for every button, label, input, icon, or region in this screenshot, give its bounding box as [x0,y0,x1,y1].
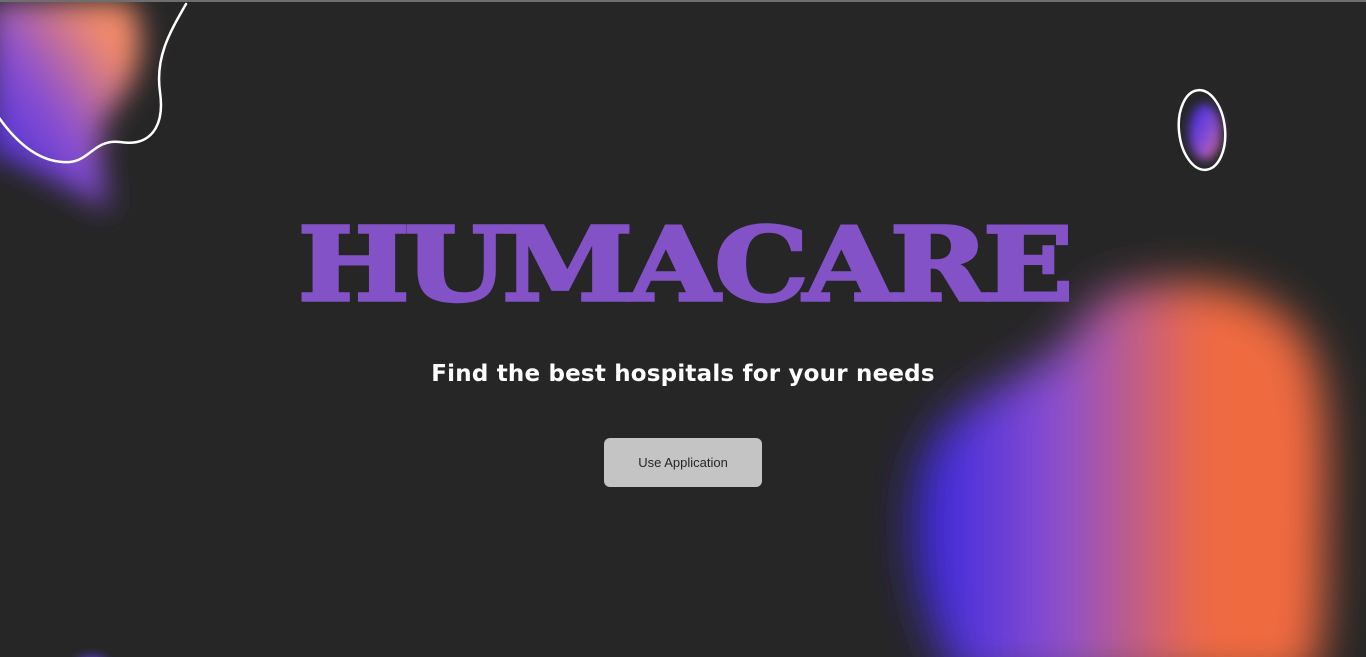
pill-gradient-shape [1189,104,1221,160]
bottom-right-gradient-blob [914,282,1327,657]
top-left-gradient-blob [0,2,141,212]
app-title: HUMACARE [296,204,1075,325]
decorative-background [0,2,1327,657]
landing-page: HUMACARE Find the best hospitals for you… [0,0,1366,657]
use-application-button[interactable]: Use Application [604,438,762,487]
hero-subtitle: Find the best hospitals for your needs [431,361,935,387]
top-left-outline-curve [0,2,188,164]
pill-outline [1177,88,1227,172]
